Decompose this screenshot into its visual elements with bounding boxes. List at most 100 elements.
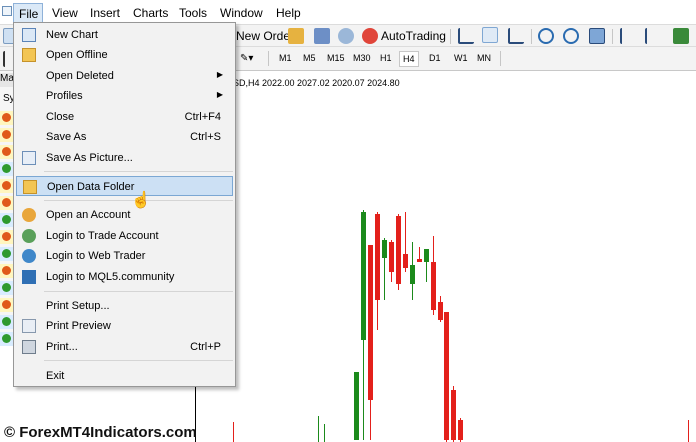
menu-item-new-chart[interactable]: New Chart <box>16 25 233 45</box>
line-chart-icon[interactable] <box>508 28 524 44</box>
timeframe-h4[interactable]: H4 <box>399 51 419 67</box>
chart-shift-icon[interactable] <box>645 28 661 44</box>
candle-body <box>354 372 359 440</box>
symbol-row[interactable] <box>0 264 14 278</box>
submenu-arrow-icon: ▶ <box>216 70 223 79</box>
symbol-row[interactable] <box>0 145 14 159</box>
timeframe-m5[interactable]: M5 <box>300 51 319 67</box>
line-tools-icon[interactable]: ✎▾ <box>240 53 253 64</box>
autotrading-button[interactable]: AutoTrading <box>381 29 446 43</box>
navigator-icon[interactable] <box>314 28 330 44</box>
candle-body <box>417 259 422 262</box>
menu-window[interactable]: Window <box>220 6 263 20</box>
menu-item-label: Save As <box>46 131 87 143</box>
symbol-row[interactable] <box>0 332 14 346</box>
new-order-button[interactable]: New Order <box>236 29 294 43</box>
tile-windows-icon[interactable] <box>589 28 605 44</box>
menu-item-label: Open Data Folder <box>47 181 135 193</box>
timeframe-w1[interactable]: W1 <box>451 51 471 67</box>
symbol-row[interactable] <box>0 128 14 142</box>
symbol-row[interactable] <box>0 230 14 244</box>
menu-item-save-as-picture[interactable]: Save As Picture... <box>16 148 233 168</box>
timeframe-h1[interactable]: H1 <box>377 51 395 67</box>
submenu-arrow-icon: ▶ <box>216 90 223 99</box>
candle-body <box>368 245 373 400</box>
timeframe-d1[interactable]: D1 <box>426 51 444 67</box>
login-icon <box>22 229 36 243</box>
hand-cursor-icon: ☝ <box>131 192 151 209</box>
menu-item-label: Login to Trade Account <box>46 230 159 242</box>
print-preview-icon <box>22 319 36 333</box>
candle-wick <box>233 422 234 442</box>
menu-item-label: Exit <box>46 370 65 382</box>
timeframe-mn[interactable]: MN <box>474 51 494 67</box>
new-chart-icon <box>22 28 36 42</box>
menu-item-label: Print Preview <box>46 320 111 332</box>
menu-item-open-offline[interactable]: Open Offline <box>16 45 233 65</box>
folder-icon <box>22 48 36 62</box>
timeframe-m30[interactable]: M30 <box>350 51 374 67</box>
symbol-row[interactable] <box>0 196 14 210</box>
symbol-row[interactable] <box>0 247 14 261</box>
candle-body <box>403 254 408 268</box>
zoom-out-icon[interactable] <box>563 28 579 44</box>
candle-body <box>438 302 443 320</box>
autoscroll-icon[interactable] <box>620 28 636 44</box>
candlestick-chart-icon[interactable] <box>482 27 498 43</box>
toolbar-separator <box>531 29 532 44</box>
menu-item-close[interactable]: Close Ctrl+F4 <box>16 107 233 127</box>
symbol-row[interactable] <box>0 213 14 227</box>
menu-item-print-preview[interactable]: Print Preview <box>16 316 233 336</box>
candle-body <box>451 390 456 440</box>
menu-help[interactable]: Help <box>276 6 301 20</box>
zoom-in-icon[interactable] <box>538 28 554 44</box>
candle-body <box>382 240 387 258</box>
candle-body <box>431 262 436 310</box>
symbol-row[interactable] <box>0 162 14 176</box>
symbol-row[interactable] <box>0 315 14 329</box>
menu-item-login-mql5[interactable]: Login to MQL5.community <box>16 267 233 287</box>
menu-item-login-trade-account[interactable]: Login to Trade Account <box>16 226 233 246</box>
candle-body <box>396 216 401 284</box>
symbol-row[interactable] <box>0 179 14 193</box>
candle-body <box>458 420 463 440</box>
menu-item-print-setup[interactable]: Print Setup... <box>16 296 233 316</box>
indicators-icon[interactable] <box>673 28 689 44</box>
menu-item-profiles[interactable]: Profiles ▶ <box>16 86 233 106</box>
candle-body <box>375 214 380 300</box>
menu-item-open-deleted[interactable]: Open Deleted ▶ <box>16 66 233 86</box>
menu-item-label: Login to Web Trader <box>46 250 146 262</box>
autotrading-icon[interactable] <box>362 28 378 44</box>
candle-body <box>424 249 429 262</box>
timeframe-m1[interactable]: M1 <box>276 51 295 67</box>
menu-item-open-account[interactable]: Open an Account <box>16 205 233 225</box>
menu-item-shortcut: Ctrl+P <box>190 341 221 353</box>
account-icon <box>22 208 36 222</box>
signals-icon[interactable] <box>338 28 354 44</box>
menu-insert[interactable]: Insert <box>90 6 120 20</box>
menu-item-label: Open an Account <box>46 209 131 221</box>
menu-separator <box>44 171 233 172</box>
timeframe-m15[interactable]: M15 <box>324 51 348 67</box>
symbol-row[interactable] <box>0 111 14 125</box>
bar-chart-icon[interactable] <box>458 28 474 44</box>
metaeditor-icon[interactable] <box>288 28 304 44</box>
menu-item-label: Open Offline <box>46 49 108 61</box>
menu-item-login-web-trader[interactable]: Login to Web Trader <box>16 246 233 266</box>
app-icon <box>2 6 12 16</box>
menu-item-exit[interactable]: Exit <box>16 366 233 386</box>
menu-file[interactable]: File <box>13 3 43 23</box>
symbol-row[interactable] <box>0 298 14 312</box>
menu-view[interactable]: View <box>52 6 78 20</box>
menu-charts[interactable]: Charts <box>133 6 168 20</box>
market-watch-tab[interactable]: Ma <box>0 73 14 87</box>
menu-item-label: Print... <box>46 341 78 353</box>
menu-item-print[interactable]: Print... Ctrl+P <box>16 337 233 357</box>
menu-item-save-as[interactable]: Save As Ctrl+S <box>16 127 233 147</box>
menu-item-label: Close <box>46 111 75 123</box>
symbol-row[interactable] <box>0 281 14 295</box>
menu-item-label: Login to MQL5.community <box>46 271 175 283</box>
market-watch-panel: Ma Sy <box>0 71 15 346</box>
menu-tools[interactable]: Tools <box>179 6 207 20</box>
menu-item-open-data-folder[interactable]: Open Data Folder <box>16 176 233 196</box>
